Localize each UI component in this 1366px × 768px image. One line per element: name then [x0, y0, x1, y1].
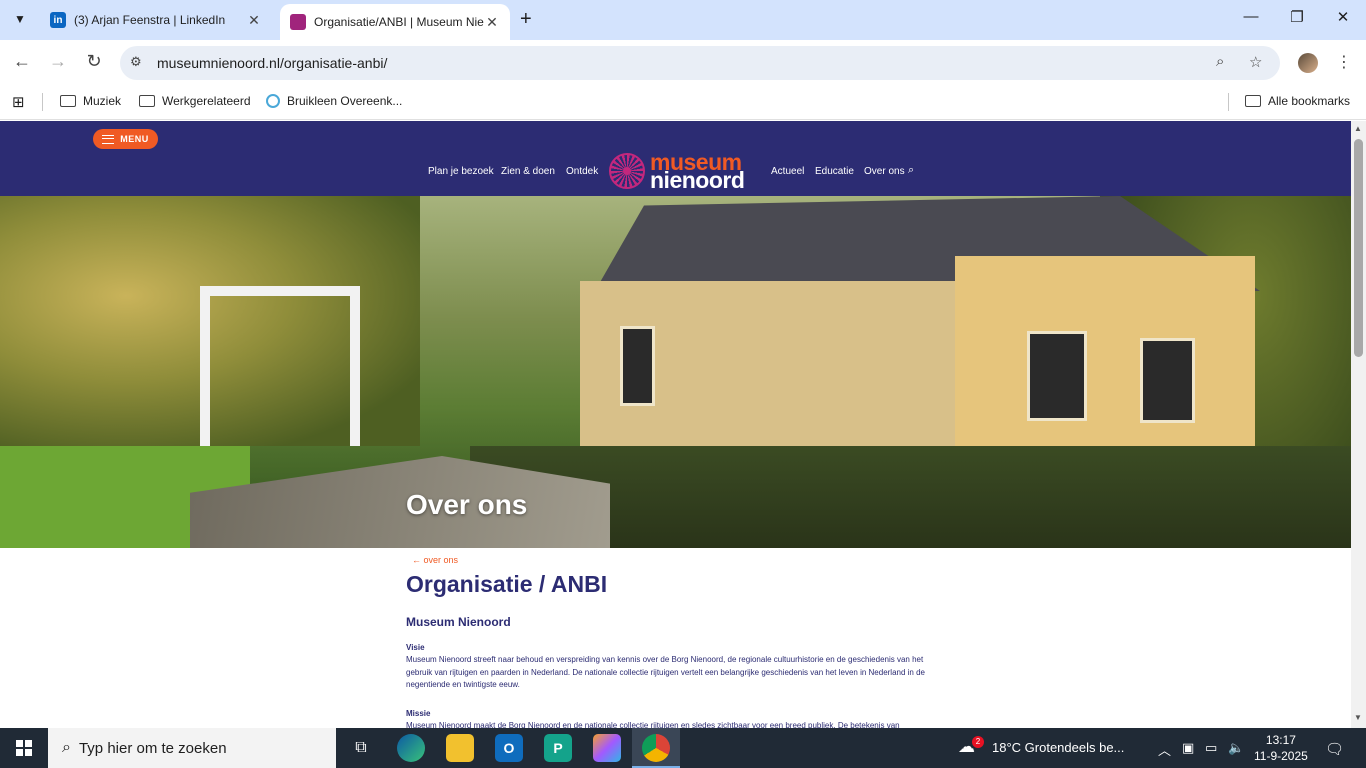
- nav-plan-je-bezoek[interactable]: Plan je bezoek: [428, 166, 494, 177]
- chevron-up-icon[interactable]: ︿: [1158, 740, 1171, 759]
- bookmark-separator: [42, 93, 43, 111]
- scroll-up-icon[interactable]: ▲: [1354, 124, 1362, 133]
- task-view-icon[interactable]: ⧉: [347, 734, 375, 762]
- visie-text: Museum Nienoord streeft naar behoud en v…: [406, 655, 925, 689]
- folder-icon: [1245, 95, 1261, 107]
- taskbar-search[interactable]: ⌕ Typ hier om te zoeken: [48, 728, 336, 768]
- device-icon[interactable]: ▣: [1182, 740, 1194, 756]
- folder-icon: [60, 95, 76, 107]
- museum-nienoord-logo[interactable]: museum nienoord: [609, 151, 761, 193]
- nav-educatie[interactable]: Educatie: [815, 166, 854, 177]
- bookmark-favicon: [266, 94, 280, 108]
- tab-search-button[interactable]: ▼: [8, 7, 32, 31]
- teams-app-icon[interactable]: P: [544, 734, 572, 762]
- bookmark-separator: [1228, 93, 1229, 111]
- tab-strip: ▼ in (3) Arjan Feenstra | LinkedIn ✕ Org…: [0, 0, 1366, 40]
- site-header: MENU Plan je bezoek Zien & doen Ontdek m…: [0, 121, 1351, 196]
- tab-title: (3) Arjan Feenstra | LinkedIn: [74, 13, 226, 27]
- section-title: Museum Nienoord: [406, 615, 511, 629]
- folder-icon: [139, 95, 155, 107]
- copilot-icon[interactable]: [593, 734, 621, 762]
- hero-image: Over ons: [0, 196, 1351, 548]
- start-button[interactable]: [0, 728, 48, 768]
- museum-nienoord-icon: [290, 14, 306, 30]
- url-text[interactable]: museumnienoord.nl/organisatie-anbi/: [157, 55, 387, 71]
- chevron-down-icon: ▼: [14, 12, 26, 26]
- bookmark-label: Bruikleen Overeenk...: [287, 94, 403, 108]
- back-link-over-ons[interactable]: ← over ons: [412, 555, 458, 565]
- edge-icon[interactable]: [397, 734, 425, 762]
- hero-window: [620, 326, 655, 406]
- window-close-button[interactable]: ✕: [1320, 8, 1366, 26]
- tab-title: Organisatie/ANBI | Museum Nienoord: [314, 15, 484, 29]
- all-bookmarks-button[interactable]: Alle bookmarks: [1245, 94, 1350, 108]
- logo-text-nienoord: nienoord: [650, 167, 745, 193]
- nav-ontdek[interactable]: Ontdek: [566, 166, 598, 177]
- chrome-icon[interactable]: [642, 734, 670, 762]
- bookmark-label: Alle bookmarks: [1268, 94, 1351, 108]
- battery-icon[interactable]: ▭: [1205, 740, 1217, 756]
- minimize-button[interactable]: —: [1228, 8, 1274, 25]
- close-icon[interactable]: ✕: [246, 12, 262, 29]
- bookmark-label: Werkgerelateerd: [162, 94, 251, 108]
- visie-label: Visie: [406, 643, 425, 652]
- menu-button[interactable]: MENU: [93, 129, 158, 149]
- taskbar-search-placeholder: Typ hier om te zoeken: [78, 739, 227, 757]
- clock-time: 13:17: [1265, 733, 1296, 747]
- taskbar-clock[interactable]: 13:17 11-9-2025: [1254, 732, 1308, 764]
- apps-grid-icon[interactable]: ⊞: [12, 93, 25, 111]
- bookmarks-bar: ⊞ Muziek Werkgerelateerd Bruikleen Overe…: [0, 86, 1366, 120]
- scroll-down-icon[interactable]: ▼: [1354, 713, 1362, 722]
- search-icon: ⌕: [62, 739, 71, 756]
- taskbar: ⌕ Typ hier om te zoeken ⧉ O P ☁ 2 18°C G…: [0, 728, 1366, 768]
- bookmark-star-icon[interactable]: ☆: [1249, 53, 1262, 71]
- tab-museum-nienoord[interactable]: Organisatie/ANBI | Museum Nienoord ✕: [280, 4, 510, 40]
- hero-window: [1140, 338, 1195, 423]
- nav-over-ons[interactable]: Over ons: [864, 166, 905, 177]
- forward-button[interactable]: →: [46, 51, 70, 72]
- address-bar[interactable]: ⚙ museumnienoord.nl/organisatie-anbi/ ⌕ …: [120, 46, 1280, 80]
- site-info-icon[interactable]: ⚙: [130, 54, 142, 70]
- bookmark-label: Muziek: [83, 94, 122, 108]
- windows-icon: [16, 740, 32, 756]
- nav-actueel[interactable]: Actueel: [771, 166, 804, 177]
- restore-button[interactable]: ❐: [1274, 8, 1320, 26]
- close-icon[interactable]: ✕: [484, 14, 500, 31]
- hero-drawbridge: [200, 286, 360, 446]
- tab-linkedin[interactable]: in (3) Arjan Feenstra | LinkedIn ✕: [40, 4, 272, 36]
- weather-text[interactable]: 18°C Grotendeels be...: [992, 740, 1124, 755]
- scrollbar-thumb[interactable]: [1354, 139, 1363, 357]
- page-scrollbar[interactable]: ▲ ▼: [1351, 121, 1366, 728]
- volume-icon[interactable]: 🔈: [1228, 740, 1244, 756]
- menu-label: MENU: [120, 134, 149, 144]
- missie-label: Missie: [406, 709, 431, 718]
- web-page: MENU Plan je bezoek Zien & doen Ontdek m…: [0, 121, 1351, 728]
- carriage-wheel-icon: [609, 153, 645, 189]
- browser-menu-icon[interactable]: ⋮: [1336, 52, 1352, 72]
- profile-avatar[interactable]: [1298, 53, 1318, 73]
- file-explorer-icon[interactable]: [446, 734, 474, 762]
- bookmark-folder-muziek[interactable]: Muziek: [60, 94, 121, 108]
- zoom-icon[interactable]: ⌕: [1216, 53, 1224, 70]
- page-title: Organisatie / ANBI: [406, 571, 608, 597]
- bookmark-bruikleen[interactable]: Bruikleen Overeenk...: [266, 94, 402, 108]
- hero-window: [1027, 331, 1087, 421]
- bookmark-folder-werkgerelateerd[interactable]: Werkgerelateerd: [139, 94, 251, 108]
- hero-title: Over ons: [406, 489, 528, 520]
- linkedin-icon: in: [50, 12, 66, 28]
- search-icon[interactable]: ⌕: [908, 164, 914, 177]
- outlook-icon[interactable]: O: [495, 734, 523, 762]
- missie-text: Museum Nienoord maakt de Borg Nienoord e…: [406, 721, 900, 728]
- clock-date: 11-9-2025: [1254, 749, 1308, 763]
- weather-badge: 2: [972, 736, 984, 748]
- hamburger-icon: [102, 134, 115, 144]
- notifications-icon[interactable]: 🗨: [1325, 740, 1344, 758]
- browser-toolbar: ← → ↻ ⚙ museumnienoord.nl/organisatie-an…: [0, 40, 1366, 86]
- nav-zien-en-doen[interactable]: Zien & doen: [501, 166, 555, 177]
- new-tab-button[interactable]: +: [520, 8, 532, 31]
- back-button[interactable]: ←: [10, 51, 34, 72]
- reload-button[interactable]: ↻: [82, 51, 106, 72]
